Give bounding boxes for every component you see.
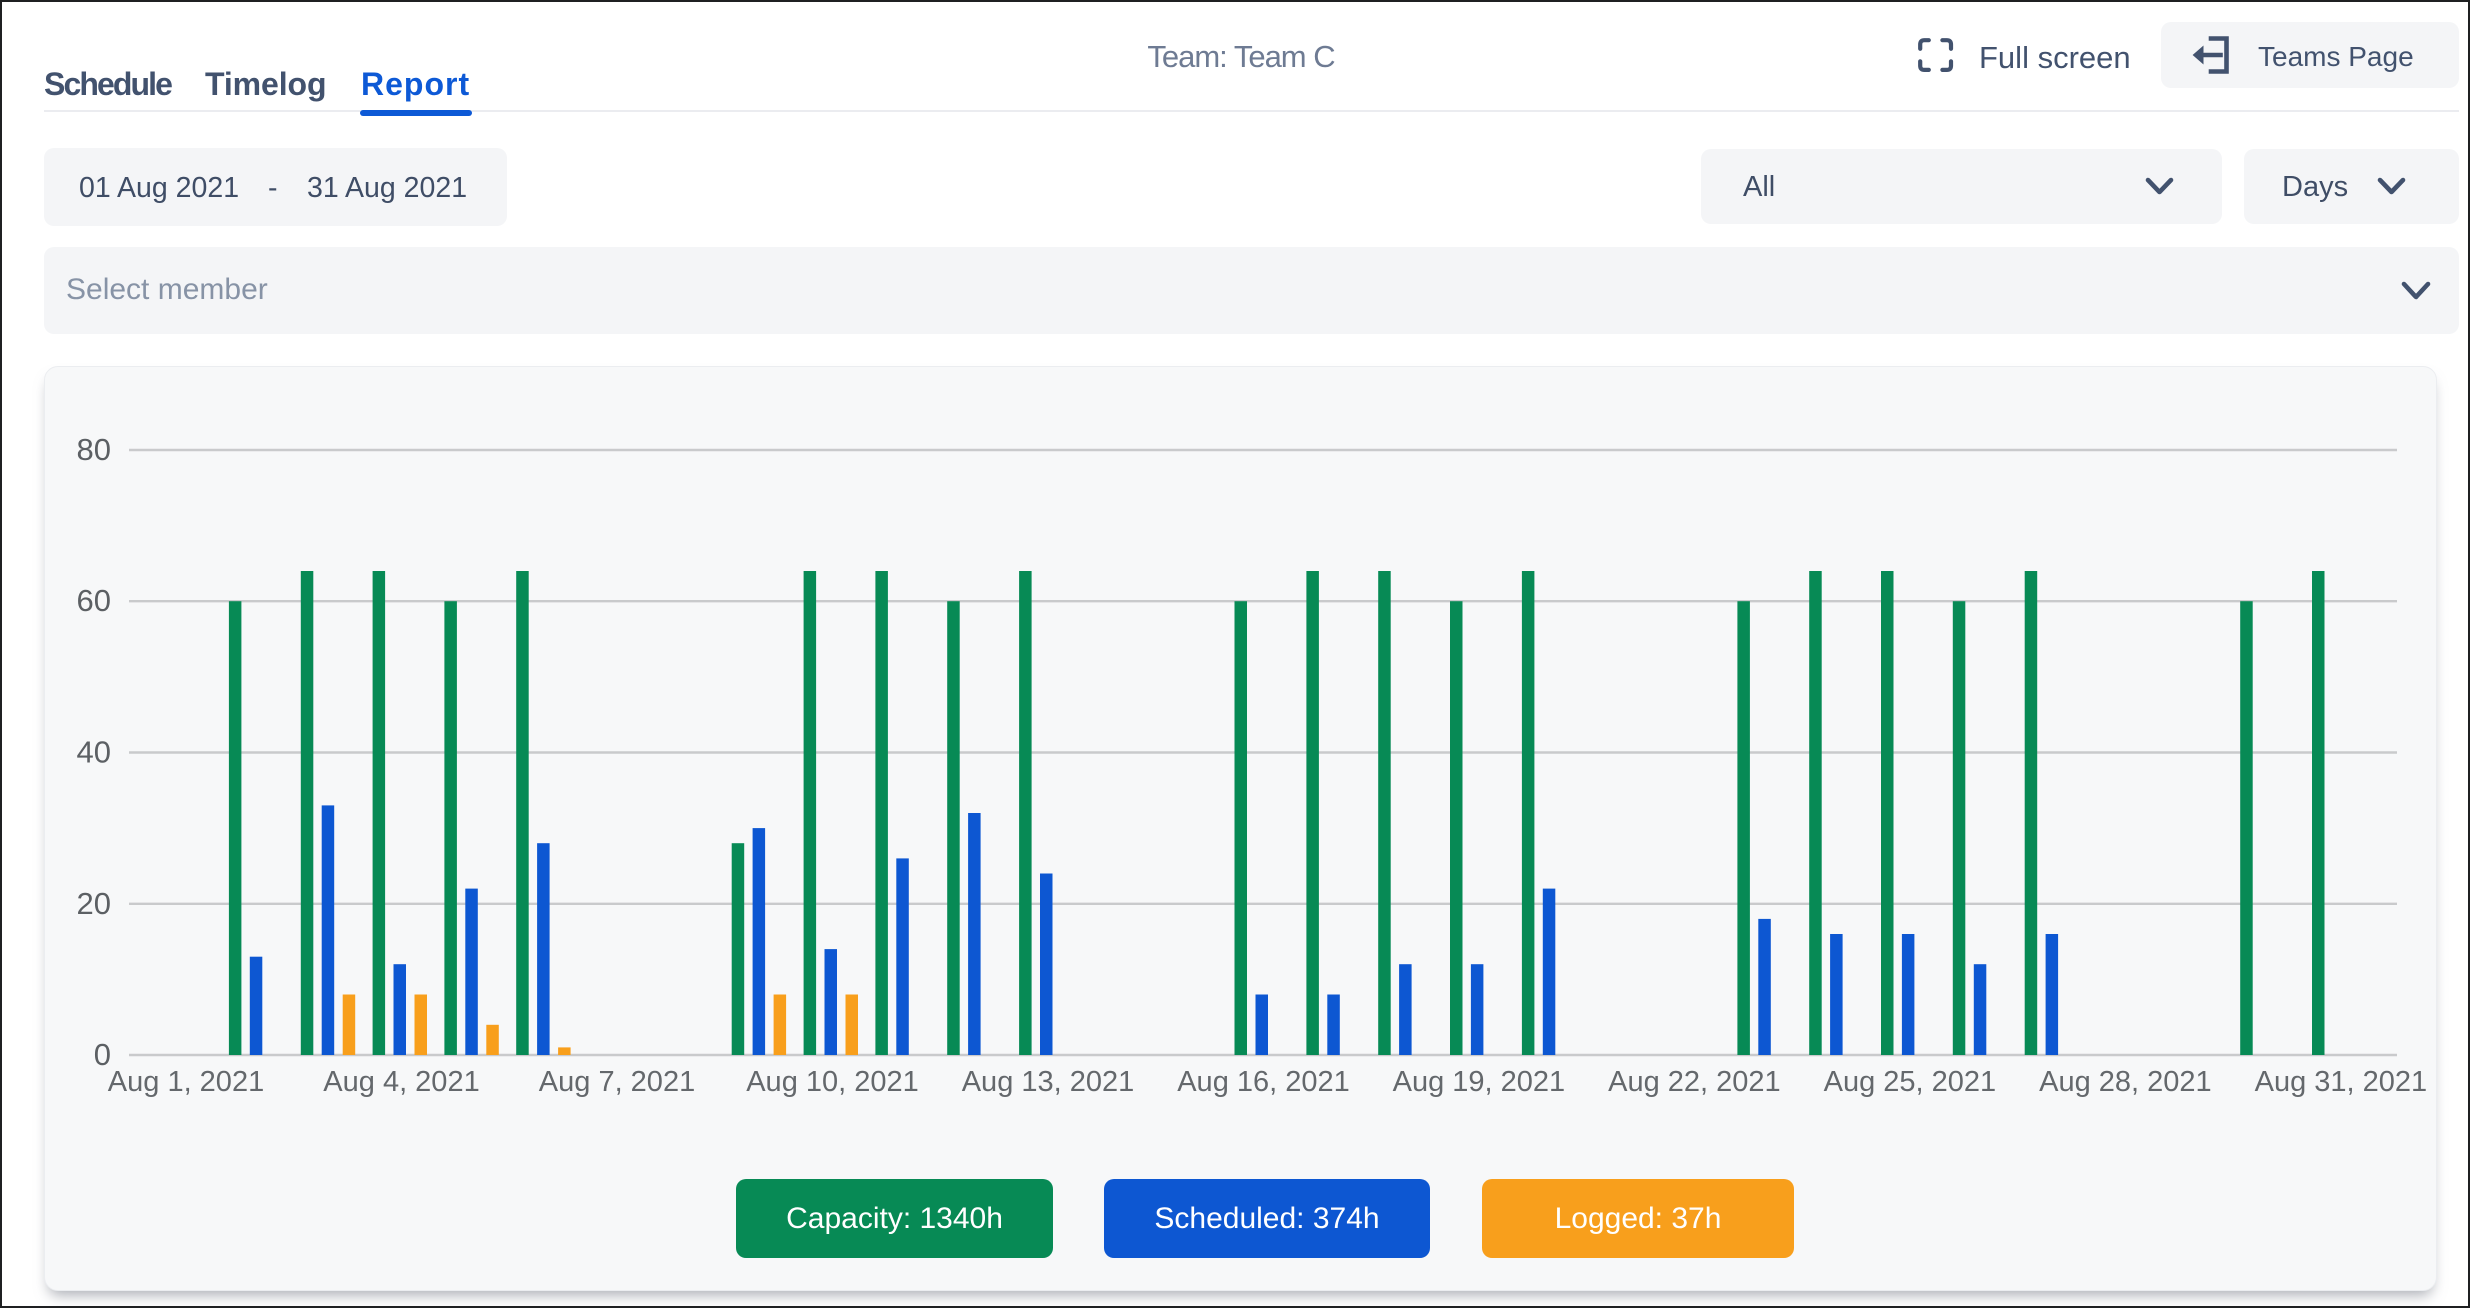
svg-text:60: 60 (77, 583, 111, 618)
svg-text:Aug 16, 2021: Aug 16, 2021 (1177, 1066, 1350, 1098)
svg-text:40: 40 (77, 735, 111, 770)
svg-text:20: 20 (77, 886, 111, 921)
svg-text:Aug 25, 2021: Aug 25, 2021 (1824, 1066, 1997, 1098)
svg-text:Aug 7, 2021: Aug 7, 2021 (539, 1066, 695, 1098)
svg-text:Aug 22, 2021: Aug 22, 2021 (1608, 1066, 1781, 1098)
svg-text:Aug 28, 2021: Aug 28, 2021 (2039, 1066, 2212, 1098)
svg-text:80: 80 (77, 432, 111, 467)
svg-text:Aug 31, 2021: Aug 31, 2021 (2255, 1066, 2428, 1098)
svg-text:Aug 13, 2021: Aug 13, 2021 (962, 1066, 1135, 1098)
svg-text:Aug 10, 2021: Aug 10, 2021 (746, 1066, 919, 1098)
svg-text:Aug 4, 2021: Aug 4, 2021 (323, 1066, 479, 1098)
svg-text:Aug 19, 2021: Aug 19, 2021 (1393, 1066, 1566, 1098)
svg-text:Aug 1, 2021: Aug 1, 2021 (108, 1066, 264, 1098)
